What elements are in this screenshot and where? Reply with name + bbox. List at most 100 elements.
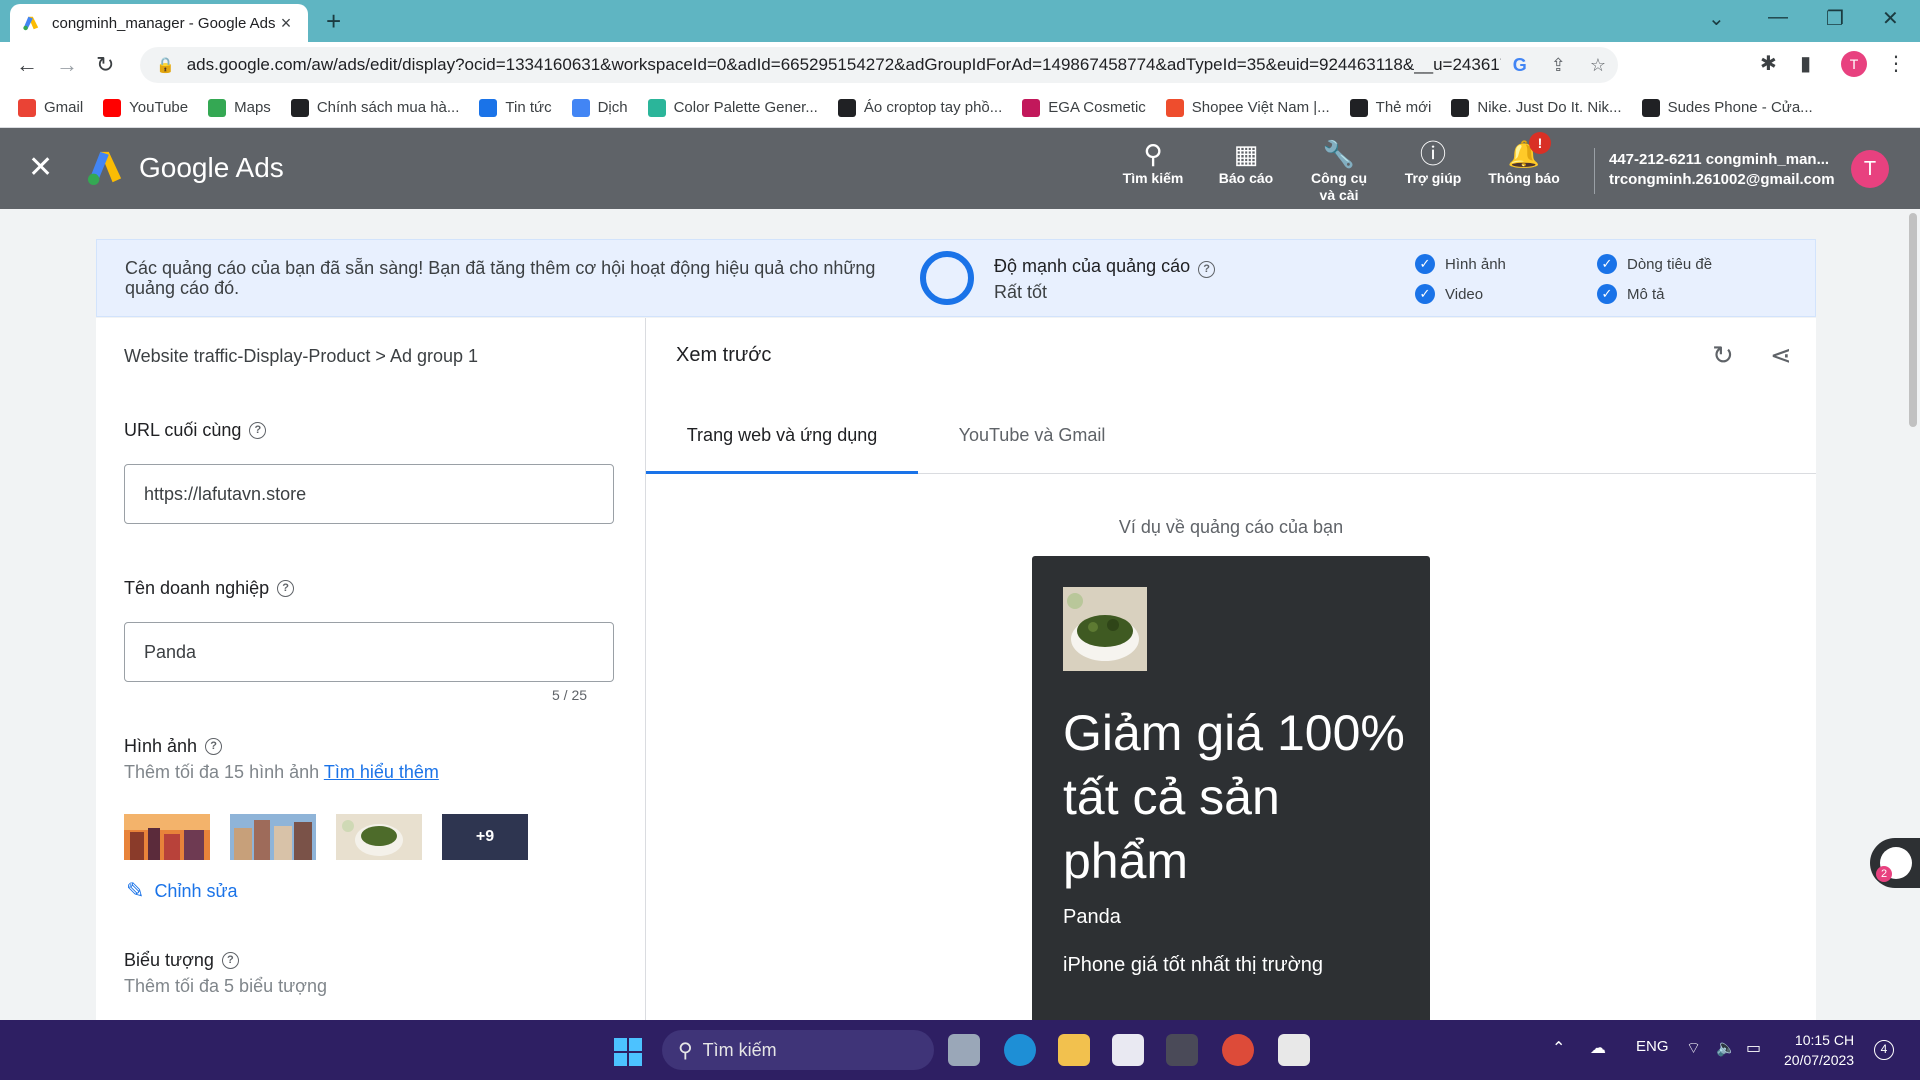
business-name-label-text: Tên doanh nghiệp [124, 578, 270, 598]
bookmark-item[interactable]: Maps [208, 98, 271, 117]
banner-message: Các quảng cáo của bạn đã sẵn sàng! Bạn đ… [125, 258, 876, 298]
taskbar-clock[interactable]: 10:15 CH 20/07/2023 [1784, 1030, 1854, 1070]
address-bar[interactable]: 🔒 ads.google.com/aw/ads/edit/display?oci… [140, 47, 1618, 83]
refresh-icon[interactable]: ↻ [1712, 340, 1734, 371]
menu-kebab-icon[interactable]: ⋮ [1886, 51, 1906, 76]
store-icon[interactable] [1112, 1034, 1144, 1066]
ad-business-name: Panda [1063, 906, 1121, 928]
logo-hint: Thêm tối đa 5 biểu tượng [124, 976, 327, 996]
bookmark-item[interactable]: Dịch [571, 98, 628, 117]
header-notifications-button[interactable]: 🔔 Thông báo [1478, 138, 1570, 186]
forward-icon[interactable]: → [56, 52, 78, 78]
shop-icon [837, 98, 856, 117]
chat-assistant-button[interactable]: 2 [1870, 838, 1920, 888]
bookmark-item[interactable]: Gmail [18, 98, 83, 117]
header-help-label: Trợ giúp [1404, 170, 1462, 186]
app-icon[interactable] [1166, 1034, 1198, 1066]
header-report-button[interactable]: ▦ Báo cáo [1200, 138, 1292, 186]
bookmark-item[interactable]: Nike. Just Do It. Nik... [1451, 98, 1622, 117]
bookmark-item[interactable]: Thẻ mới [1349, 98, 1431, 117]
bookmark-label: Sudes Phone - Cửa... [1667, 99, 1813, 116]
browser-toolbar: ← → ↻ 🔒 ads.google.com/aw/ads/edit/displ… [0, 42, 1920, 88]
profile-avatar[interactable]: T [1841, 51, 1867, 77]
bookmark-star-icon[interactable]: ☆ [1590, 55, 1606, 76]
reload-icon[interactable]: ↻ [96, 52, 114, 78]
chrome-icon[interactable] [1222, 1034, 1254, 1066]
learn-more-link[interactable]: Tìm hiểu thêm [324, 762, 439, 782]
minimize-icon[interactable]: — [1768, 6, 1788, 29]
header-report-label: Báo cáo [1218, 170, 1274, 186]
share-icon[interactable]: ⋖ [1770, 340, 1792, 371]
help-icon[interactable]: ? [1198, 261, 1216, 278]
google-lens-icon[interactable]: G [1513, 55, 1527, 76]
image-thumbnail[interactable] [230, 814, 316, 860]
header-help-button[interactable]: ⓘ Trợ giúp [1387, 138, 1479, 186]
bookmark-item[interactable]: Color Palette Gener... [647, 98, 818, 117]
close-icon[interactable]: ✕ [28, 150, 53, 185]
snipping-tool-icon[interactable] [1278, 1034, 1310, 1066]
account-avatar[interactable]: T [1851, 150, 1889, 188]
wifi-icon[interactable]: ⌔ [1686, 1038, 1701, 1058]
business-name-input[interactable]: Panda [124, 622, 614, 682]
help-icon[interactable]: ? [277, 580, 295, 597]
bookmark-item[interactable]: YouTube [103, 98, 188, 117]
images-label-text: Hình ảnh [124, 736, 198, 756]
tray-chevron-icon[interactable]: ⌃ [1552, 1038, 1565, 1058]
window-close-icon[interactable]: ✕ [1882, 6, 1899, 31]
task-view-icon[interactable] [948, 1034, 980, 1066]
url-text[interactable]: ads.google.com/aw/ads/edit/display?ocid=… [187, 55, 1501, 75]
share-icon[interactable]: ⇪ [1551, 55, 1566, 76]
tab-youtube-gmail[interactable]: YouTube và Gmail [918, 410, 1146, 474]
bookmark-item[interactable]: Sudes Phone - Cửa... [1641, 98, 1813, 117]
side-panel-icon[interactable]: ▮ [1800, 51, 1811, 76]
back-icon[interactable]: ← [16, 52, 38, 78]
notification-count-badge[interactable]: 4 [1874, 1040, 1894, 1060]
breadcrumb[interactable]: Website traffic-Display-Product > Ad gro… [124, 346, 478, 367]
bookmark-item[interactable]: Áo croptop tay phồ... [837, 98, 1002, 117]
tab-close-icon[interactable]: × [276, 13, 296, 34]
new-tab-button[interactable]: + [326, 6, 341, 37]
ad-strength-title-text: Độ mạnh của quảng cáo [994, 256, 1191, 276]
tab-search-chevron-icon[interactable]: ⌄ [1708, 6, 1725, 31]
image-thumbnail[interactable] [336, 814, 422, 860]
header-search-button[interactable]: ⚲ Tìm kiếm [1107, 138, 1199, 186]
taskbar-search[interactable]: ⚲ Tìm kiếm [662, 1030, 934, 1070]
edge-icon[interactable] [1004, 1034, 1036, 1066]
file-explorer-icon[interactable] [1058, 1034, 1090, 1066]
scrollbar-thumb[interactable] [1909, 213, 1917, 427]
bookmark-item[interactable]: EGA Cosmetic [1022, 98, 1146, 117]
extensions-icon[interactable]: ✱ [1760, 51, 1777, 76]
image-thumbnail[interactable] [124, 814, 210, 860]
pencil-icon: ✎ [126, 878, 145, 903]
battery-icon[interactable]: ▭ [1746, 1038, 1761, 1058]
bookmark-item[interactable]: Shopee Việt Nam |... [1165, 98, 1330, 117]
header-tools-button[interactable]: 🔧 Công cụ và cài [1293, 138, 1385, 204]
page-scrollbar[interactable] [1906, 209, 1920, 1020]
help-icon[interactable]: ? [205, 738, 223, 755]
tab-web-and-apps[interactable]: Trang web và ứng dụng [646, 410, 918, 474]
check-label: Mô tả [1627, 285, 1665, 303]
lock-icon[interactable]: 🔒 [156, 56, 175, 74]
maps-icon [208, 98, 227, 117]
final-url-input[interactable]: https://lafutavn.store [124, 464, 614, 524]
gmail-icon [18, 98, 36, 117]
help-icon[interactable]: ? [249, 422, 267, 439]
header-divider [1594, 148, 1595, 194]
google-ads-logo-icon [87, 151, 122, 186]
account-info[interactable]: 447-212-6211 congminh_man... trcongminh.… [1609, 150, 1835, 190]
help-icon: ⓘ [1419, 139, 1446, 169]
edit-images-button[interactable]: ✎ Chỉnh sửa [126, 878, 238, 904]
product-image [1063, 587, 1147, 671]
help-icon[interactable]: ? [221, 952, 239, 969]
windows-start-icon[interactable] [614, 1038, 642, 1066]
more-images-thumbnail[interactable]: +9 [442, 814, 528, 860]
bookmarks-bar: Gmail YouTube Maps Chính sách mua hà... Tin … [0, 88, 1920, 128]
cloud-icon[interactable]: ☁ [1590, 1038, 1606, 1058]
language-indicator[interactable]: ENG [1636, 1038, 1669, 1055]
bookmark-item[interactable]: Tin tức [479, 98, 552, 117]
bookmark-item[interactable]: Chính sách mua hà... [290, 98, 459, 117]
restore-icon[interactable]: ❐ [1826, 6, 1844, 31]
check-video: ✓ Video [1415, 284, 1483, 304]
volume-icon[interactable]: 🔈 [1716, 1038, 1736, 1058]
browser-tab[interactable]: congminh_manager - Google Ads × [10, 4, 308, 42]
